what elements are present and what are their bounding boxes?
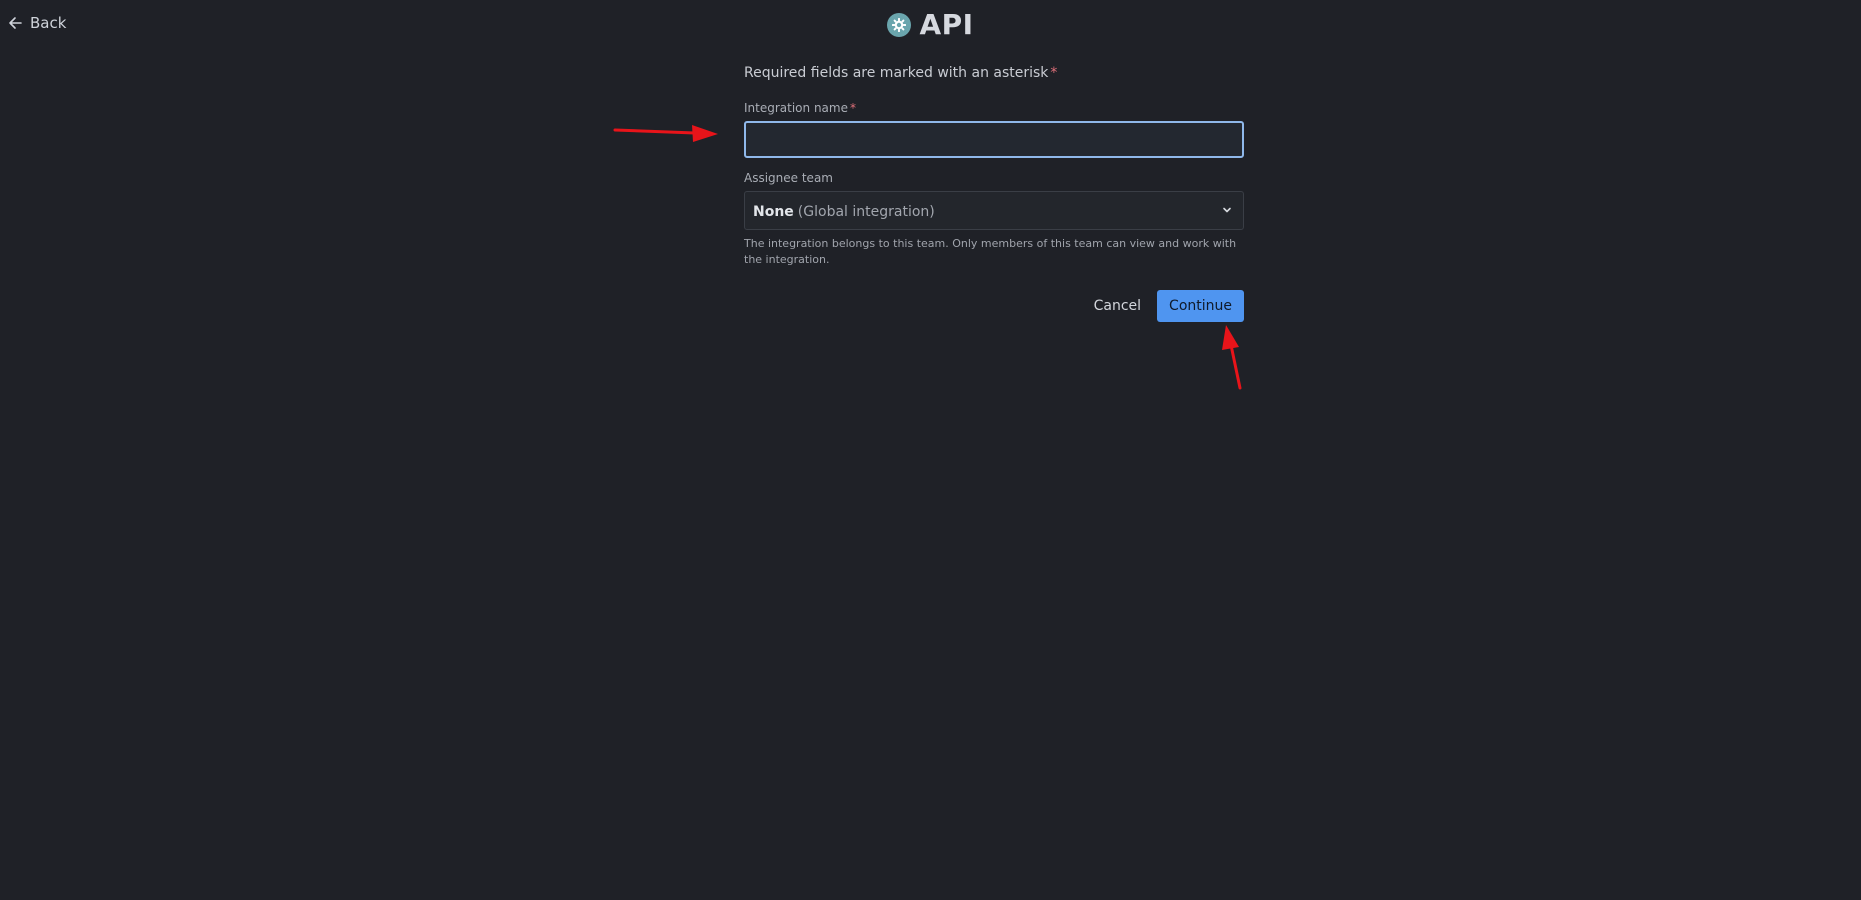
integration-name-label: Integration name * xyxy=(744,100,1244,116)
chevron-down-icon xyxy=(1221,201,1233,220)
gear-icon xyxy=(887,12,912,37)
integration-name-input[interactable] xyxy=(744,121,1244,158)
required-fields-note: Required fields are marked with an aster… xyxy=(744,62,1244,84)
integration-form: Required fields are marked with an aster… xyxy=(744,62,1244,322)
assignee-team-value-strong: None xyxy=(753,204,794,220)
form-actions: Cancel Continue xyxy=(744,290,1244,322)
assignee-team-value: None (Global integration) xyxy=(753,201,935,220)
continue-button[interactable]: Continue xyxy=(1157,290,1244,322)
annotation-arrow-input xyxy=(613,125,718,142)
assignee-team-label: Assignee team xyxy=(744,171,833,185)
required-note-text: Required fields are marked with an aster… xyxy=(744,65,1049,81)
annotation-arrow-continue xyxy=(1222,325,1242,390)
required-asterisk: * xyxy=(849,101,856,115)
cancel-button[interactable]: Cancel xyxy=(1092,292,1143,320)
assignee-team-select[interactable]: None (Global integration) xyxy=(744,191,1244,230)
assignee-team-value-muted: (Global integration) xyxy=(797,204,935,220)
required-asterisk: * xyxy=(1050,65,1058,81)
integration-name-label-text: Integration name xyxy=(744,101,848,115)
page-header: API xyxy=(0,8,1861,41)
assignee-team-helper: The integration belongs to this team. On… xyxy=(744,237,1237,266)
page-title: API xyxy=(919,8,974,41)
page: Back API Required fields are marked with… xyxy=(0,0,1861,900)
